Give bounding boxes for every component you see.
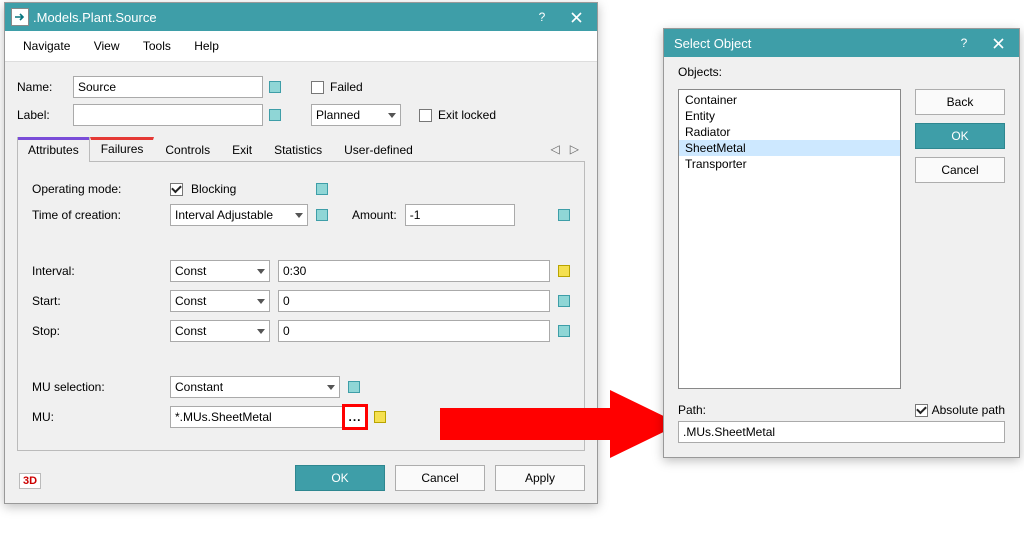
list-item[interactable]: Container bbox=[679, 92, 900, 108]
amount-chip-icon[interactable] bbox=[558, 209, 570, 221]
menubar: Navigate View Tools Help bbox=[5, 31, 597, 62]
tab-userdef[interactable]: User-defined bbox=[333, 137, 424, 162]
menu-help[interactable]: Help bbox=[184, 35, 229, 57]
attributes-panel: Operating mode: Blocking Time of creatio… bbox=[17, 162, 585, 451]
menu-view[interactable]: View bbox=[84, 35, 130, 57]
interval-label: Interval: bbox=[32, 264, 162, 278]
chevron-down-icon bbox=[327, 385, 335, 390]
time-of-creation-label: Time of creation: bbox=[32, 208, 162, 222]
interval-dist-select[interactable]: Const bbox=[170, 260, 270, 282]
chevron-down-icon bbox=[257, 269, 265, 274]
start-input[interactable] bbox=[278, 290, 550, 312]
tab-failures[interactable]: Failures bbox=[90, 137, 155, 162]
cancel-button[interactable]: Cancel bbox=[395, 465, 485, 491]
mu-label: MU: bbox=[32, 410, 162, 424]
start-label: Start: bbox=[32, 294, 162, 308]
list-item[interactable]: Transporter bbox=[679, 156, 900, 172]
path-label: Path: bbox=[678, 403, 706, 417]
stop-input[interactable] bbox=[278, 320, 550, 342]
label-input[interactable] bbox=[73, 104, 263, 126]
name-input[interactable] bbox=[73, 76, 263, 98]
mu-selection-label: MU selection: bbox=[32, 380, 162, 394]
objects-label: Objects: bbox=[664, 57, 1019, 79]
apply-button[interactable]: Apply bbox=[495, 465, 585, 491]
select-object-title: Select Object bbox=[670, 36, 947, 51]
mu-browse-button[interactable]: ... bbox=[344, 406, 366, 428]
time-of-creation-chip-icon[interactable] bbox=[316, 209, 328, 221]
planned-value: Planned bbox=[316, 108, 360, 122]
list-item[interactable]: Radiator bbox=[679, 124, 900, 140]
exit-locked-checkbox[interactable] bbox=[419, 109, 432, 122]
name-chip-icon[interactable] bbox=[269, 81, 281, 93]
absolute-path-label: Absolute path bbox=[932, 403, 1005, 417]
chevron-down-icon bbox=[388, 113, 396, 118]
blocking-label: Blocking bbox=[191, 182, 236, 196]
tab-statistics[interactable]: Statistics bbox=[263, 137, 333, 162]
absolute-path-checkbox[interactable] bbox=[915, 404, 928, 417]
tab-exit[interactable]: Exit bbox=[221, 137, 263, 162]
stop-dist-value: Const bbox=[175, 324, 206, 338]
ok-button[interactable]: OK bbox=[915, 123, 1005, 149]
name-label: Name: bbox=[17, 80, 67, 94]
menu-tools[interactable]: Tools bbox=[133, 35, 181, 57]
chevron-down-icon bbox=[257, 329, 265, 334]
start-dist-select[interactable]: Const bbox=[170, 290, 270, 312]
mu-input[interactable] bbox=[170, 406, 344, 428]
failed-label: Failed bbox=[330, 80, 363, 94]
dialog-footer: OK Cancel Apply bbox=[17, 451, 585, 491]
tab-strip: Attributes Failures Controls Exit Statis… bbox=[17, 136, 585, 162]
view-3d-icon[interactable]: 3D bbox=[19, 473, 41, 489]
stop-dist-select[interactable]: Const bbox=[170, 320, 270, 342]
chevron-down-icon bbox=[295, 213, 303, 218]
operating-mode-chip-icon[interactable] bbox=[316, 183, 328, 195]
time-of-creation-select[interactable]: Interval Adjustable bbox=[170, 204, 308, 226]
back-button[interactable]: Back bbox=[915, 89, 1005, 115]
path-input[interactable] bbox=[678, 421, 1005, 443]
help-button[interactable]: ? bbox=[525, 3, 559, 31]
list-item[interactable]: Entity bbox=[679, 108, 900, 124]
source-titlebar[interactable]: .Models.Plant.Source ? bbox=[5, 3, 597, 31]
amount-label: Amount: bbox=[352, 208, 397, 222]
tabs-scroll-left-icon[interactable]: ◁ bbox=[551, 142, 560, 156]
failed-checkbox[interactable] bbox=[311, 81, 324, 94]
menu-navigate[interactable]: Navigate bbox=[13, 35, 80, 57]
planned-select[interactable]: Planned bbox=[311, 104, 401, 126]
stop-chip-icon[interactable] bbox=[558, 325, 570, 337]
tab-controls[interactable]: Controls bbox=[154, 137, 221, 162]
mu-selection-value: Constant bbox=[175, 380, 223, 394]
objects-listbox[interactable]: Container Entity Radiator SheetMetal Tra… bbox=[678, 89, 901, 389]
label-label: Label: bbox=[17, 108, 67, 122]
start-chip-icon[interactable] bbox=[558, 295, 570, 307]
operating-mode-label: Operating mode: bbox=[32, 182, 162, 196]
source-title: .Models.Plant.Source bbox=[29, 10, 525, 25]
tabs-scroll-right-icon[interactable]: ▷ bbox=[570, 142, 579, 156]
select-object-titlebar[interactable]: Select Object ? bbox=[664, 29, 1019, 57]
blocking-checkbox[interactable] bbox=[170, 183, 183, 196]
label-chip-icon[interactable] bbox=[269, 109, 281, 121]
exit-locked-label: Exit locked bbox=[438, 108, 496, 122]
chevron-down-icon bbox=[257, 299, 265, 304]
interval-input[interactable] bbox=[278, 260, 550, 282]
help-button[interactable]: ? bbox=[947, 29, 981, 57]
source-app-icon bbox=[11, 8, 29, 26]
ok-button[interactable]: OK bbox=[295, 465, 385, 491]
close-button[interactable] bbox=[559, 3, 593, 31]
select-object-window: Select Object ? Objects: Container Entit… bbox=[663, 28, 1020, 458]
amount-input[interactable] bbox=[405, 204, 515, 226]
mu-selection-select[interactable]: Constant bbox=[170, 376, 340, 398]
source-window: .Models.Plant.Source ? Navigate View Too… bbox=[4, 2, 598, 504]
cancel-button[interactable]: Cancel bbox=[915, 157, 1005, 183]
time-of-creation-value: Interval Adjustable bbox=[175, 208, 273, 222]
tab-attributes[interactable]: Attributes bbox=[17, 137, 90, 162]
mu-chip-icon[interactable] bbox=[374, 411, 386, 423]
mu-selection-chip-icon[interactable] bbox=[348, 381, 360, 393]
close-button[interactable] bbox=[981, 29, 1015, 57]
interval-dist-value: Const bbox=[175, 264, 206, 278]
stop-label: Stop: bbox=[32, 324, 162, 338]
interval-chip-icon[interactable] bbox=[558, 265, 570, 277]
list-item[interactable]: SheetMetal bbox=[679, 140, 900, 156]
start-dist-value: Const bbox=[175, 294, 206, 308]
